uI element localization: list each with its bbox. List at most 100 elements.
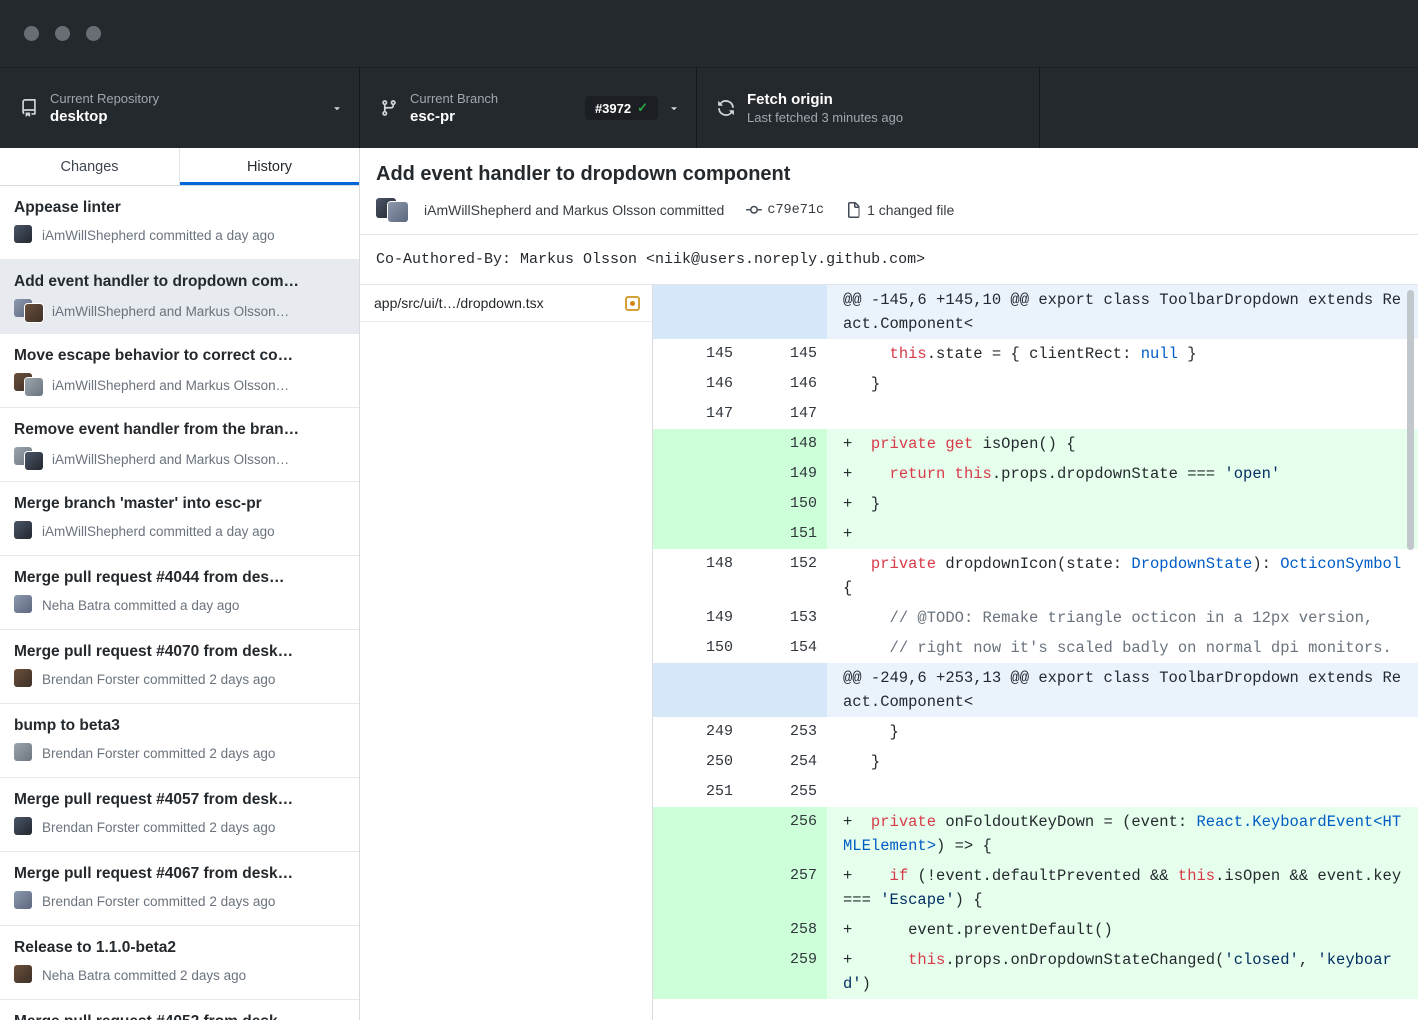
- github-desktop-window: Current Repository desktop Current Branc…: [0, 0, 1418, 1020]
- git-branch-icon: [380, 99, 398, 117]
- old-line-number: [653, 915, 743, 945]
- scrollbar[interactable]: [1407, 290, 1414, 550]
- diff-line: @@ -249,6 +253,13 @@ export class Toolba…: [827, 663, 1418, 717]
- history-item[interactable]: Add event handler to dropdown com…iAmWil…: [0, 260, 359, 334]
- code-segment: private: [871, 435, 936, 453]
- history-item[interactable]: Move escape behavior to correct co…iAmWi…: [0, 334, 359, 408]
- diff-line-prefix: +: [843, 951, 852, 969]
- code-segment: [852, 609, 889, 627]
- repository-text: Current Repository desktop: [50, 90, 321, 126]
- fetch-origin-button[interactable]: Fetch origin Last fetched 3 minutes ago: [697, 68, 1040, 148]
- code-segment: this: [1178, 867, 1215, 885]
- diff-line-prefix: +: [843, 525, 852, 543]
- old-line-number: [653, 945, 743, 999]
- commit-description: Co-Authored-By: Markus Olsson <niik@user…: [360, 235, 1418, 285]
- diff-line-prefix: [843, 783, 852, 801]
- code-segment: (!event.defaultPrevented &&: [908, 867, 1178, 885]
- diff-line: [827, 777, 1418, 807]
- avatar: [14, 521, 32, 539]
- history-item[interactable]: Merge pull request #4044 from des…Neha B…: [0, 556, 359, 630]
- chevron-down-icon: [331, 102, 343, 114]
- repository-label: Current Repository: [50, 90, 321, 107]
- diff-line: // @TODO: Remake triangle octicon in a 1…: [827, 603, 1418, 633]
- diff-line-prefix: [843, 555, 852, 573]
- diff-line-prefix: [843, 375, 852, 393]
- avatar: [14, 743, 32, 761]
- diff-row: @@ -249,6 +253,13 @@ export class Toolba…: [653, 663, 1418, 717]
- code-segment: isOpen() {: [973, 435, 1075, 453]
- avatar-group: [14, 225, 34, 245]
- avatar-group: [14, 669, 34, 689]
- code-segment: OcticonSymbol: [1280, 555, 1401, 573]
- commit-sha: c79e71c: [767, 203, 824, 218]
- history-item[interactable]: Merge pull request #4057 from desk…Brend…: [0, 778, 359, 852]
- new-line-number: 259: [743, 945, 827, 999]
- commit-meta-row: iAmWillShepherd committed a day ago: [14, 521, 343, 541]
- code-segment: [936, 435, 945, 453]
- code-segment: event.preventDefault(): [852, 921, 1112, 939]
- avatar-group: [14, 521, 34, 541]
- file-item[interactable]: app/src/ui/t…/dropdown.tsx: [360, 285, 652, 322]
- code-segment: @@ -145,6 +145,10 @@ export class Toolba…: [843, 291, 1401, 333]
- history-item[interactable]: Merge pull request #4067 from desk…Brend…: [0, 852, 359, 926]
- fetch-subtitle: Last fetched 3 minutes ago: [747, 109, 903, 126]
- code-segment: [852, 867, 889, 885]
- git-commit-icon: [746, 202, 762, 218]
- code-segment: }: [852, 375, 880, 393]
- code-segment: [852, 555, 871, 573]
- history-item[interactable]: Appease linteriAmWillShepherd committed …: [0, 186, 359, 260]
- avatar-group: [14, 891, 34, 911]
- diff-line: + return this.props.dropdownState === 'o…: [827, 459, 1418, 489]
- diff-row: 151+: [653, 519, 1418, 549]
- diff-line: }: [827, 717, 1418, 747]
- diff-line: [827, 399, 1418, 429]
- commit-meta: iAmWillShepherd and Markus Olsson…: [52, 378, 289, 393]
- branch-picker[interactable]: Current Branch esc-pr #3972 ✓: [360, 68, 697, 148]
- diff-row: 256+ private onFoldoutKeyDown = (event: …: [653, 807, 1418, 861]
- code-segment: [852, 345, 889, 363]
- code-segment: this: [908, 951, 945, 969]
- old-line-number: 251: [653, 777, 743, 807]
- minimize-button[interactable]: [55, 26, 70, 41]
- diff-row: 147147: [653, 399, 1418, 429]
- commit-header: Add event handler to dropdown component …: [360, 148, 1418, 235]
- zoom-button[interactable]: [86, 26, 101, 41]
- tab-history[interactable]: History: [180, 148, 359, 185]
- commit-meta-row: iAmWillShepherd and Markus Olsson commit…: [376, 198, 1396, 222]
- commit-title: Merge pull request #4067 from desk…: [14, 865, 343, 883]
- history-item[interactable]: bump to beta3Brendan Forster committed 2…: [0, 704, 359, 778]
- tab-changes[interactable]: Changes: [0, 148, 180, 185]
- old-line-number: [653, 519, 743, 549]
- avatar: [14, 817, 32, 835]
- diff-row: 148152 private dropdownIcon(state: Dropd…: [653, 549, 1418, 603]
- history-item[interactable]: Merge pull request #4070 from desk…Brend…: [0, 630, 359, 704]
- close-button[interactable]: [24, 26, 39, 41]
- code-segment: .props.dropdownState ===: [992, 465, 1225, 483]
- diff-row: 258+ event.preventDefault(): [653, 915, 1418, 945]
- diff-area: app/src/ui/t…/dropdown.tsx @@ -145,6 +14…: [360, 285, 1418, 1020]
- history-item[interactable]: Merge pull request #4052 from desk…: [0, 1000, 359, 1020]
- history-item[interactable]: Release to 1.1.0-beta2Neha Batra committ…: [0, 926, 359, 1000]
- new-line-number: 258: [743, 915, 827, 945]
- code-segment: onFoldoutKeyDown = (event:: [936, 813, 1196, 831]
- code-segment: 'Escape': [880, 891, 954, 909]
- diff-line: }: [827, 747, 1418, 777]
- repository-picker[interactable]: Current Repository desktop: [0, 68, 360, 148]
- old-line-number: [653, 861, 743, 915]
- diff-line: + this.props.onDropdownStateChanged('clo…: [827, 945, 1418, 999]
- code-segment: [852, 435, 871, 453]
- history-item[interactable]: Remove event handler from the bran…iAmWi…: [0, 408, 359, 482]
- file-icon: [846, 202, 862, 218]
- history-item[interactable]: Merge branch 'master' into esc-priAmWill…: [0, 482, 359, 556]
- commit-meta-row: iAmWillShepherd and Markus Olsson…: [14, 447, 343, 471]
- old-line-number: [653, 429, 743, 459]
- diff-row: @@ -145,6 +145,10 @@ export class Toolba…: [653, 285, 1418, 339]
- avatar-group: [14, 299, 44, 323]
- diff-row: 150+ }: [653, 489, 1418, 519]
- code-segment: return: [890, 465, 946, 483]
- diff-viewer: @@ -145,6 +145,10 @@ export class Toolba…: [653, 285, 1418, 1020]
- diff-line-prefix: [843, 609, 852, 627]
- pr-status-badge: #3972 ✓: [585, 96, 658, 120]
- code-segment: ):: [1252, 555, 1280, 573]
- commit-meta-row: Neha Batra committed a day ago: [14, 595, 343, 615]
